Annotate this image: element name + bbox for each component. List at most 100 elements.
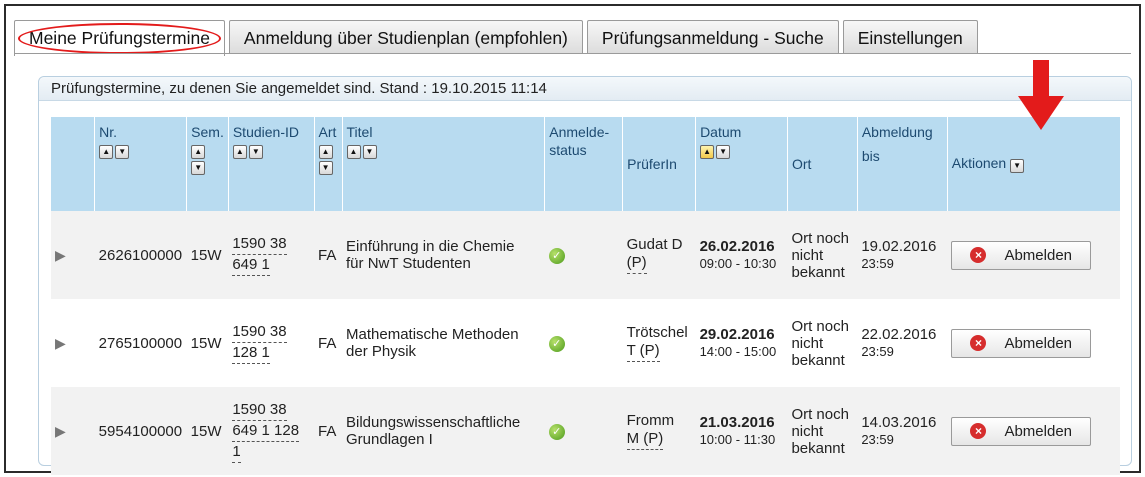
col-sem: Sem. ▲ ▼ <box>186 117 229 211</box>
studien-id-link[interactable]: 1590 38 <box>232 234 287 255</box>
ort-line: Ort noch <box>791 405 849 423</box>
datum-value: 21.03.2016 <box>699 414 775 431</box>
studien-id-link[interactable]: 1590 38 <box>232 322 287 343</box>
datum-value: 26.02.2016 <box>699 238 775 255</box>
tab-meine-pruefungstermine[interactable]: Meine Prüfungstermine <box>14 20 225 56</box>
triangle-right-icon[interactable]: ▶ <box>55 335 66 351</box>
cell-pruefer: Gudat D (P) <box>622 211 696 299</box>
cell-titel: Bildungswissenschaftliche Grundlagen I <box>342 387 545 475</box>
col-titel: Titel ▲ ▼ <box>342 117 546 211</box>
checkmark-icon: ✓ <box>548 424 565 440</box>
triangle-right-icon[interactable]: ▶ <box>55 423 66 439</box>
filter-icon[interactable]: ▼ <box>1010 159 1025 173</box>
x-circle-icon: × <box>970 335 987 351</box>
titel-line: für NwT Studenten <box>346 255 471 272</box>
filter-icon[interactable]: ▼ <box>191 161 206 175</box>
ort-line: bekannt <box>791 263 845 281</box>
col-label: Aktionen <box>951 155 1007 171</box>
cell-datum: 21.03.2016 10:00 - 11:30 <box>695 387 788 475</box>
cell-datum: 29.02.2016 14:00 - 15:00 <box>695 299 788 387</box>
sort-ascending-icon[interactable]: ▲ <box>700 145 715 159</box>
col-anmeldestatus: Anmelde- status <box>544 117 624 211</box>
studien-id-link[interactable]: 649 1 128 <box>232 421 300 442</box>
cell-studien-id: 1590 38 649 1 128 1 <box>228 387 315 475</box>
cell-sem: 15W <box>186 387 229 475</box>
table-row: ▶ 2765100000 15W 1590 38 128 1 FA Mathem… <box>51 299 1120 387</box>
button-label: Abmelden <box>1004 246 1072 264</box>
cell-titel: Einführung in die Chemie für NwT Student… <box>342 211 545 299</box>
sort-ascending-icon[interactable]: ▲ <box>318 145 333 159</box>
cell-nr: 2765100000 <box>94 299 187 387</box>
titel-line: der Physik <box>346 343 417 360</box>
filter-icon[interactable]: ▼ <box>362 145 377 159</box>
abmeldung-zeit: 23:59 <box>861 344 894 359</box>
panel-title: Prüfungstermine, zu denen Sie angemeldet… <box>39 77 1131 101</box>
table-header-row: Nr. ▲ ▼ Sem. ▲ ▼ Studien-ID ▲ ▼ Art ▲ ▼ … <box>51 117 1120 211</box>
filter-icon[interactable]: ▼ <box>115 145 130 159</box>
col-label: Anmelde- <box>549 124 610 140</box>
cell-art: FA <box>314 299 343 387</box>
abmelden-button[interactable]: × Abmelden <box>951 240 1092 270</box>
triangle-right-icon[interactable]: ▶ <box>55 247 66 263</box>
cell-ort: Ort noch nicht bekannt <box>787 211 858 299</box>
ort-line: Ort noch <box>791 229 849 247</box>
abmeldung-datum: 14.03.2016 <box>861 414 937 431</box>
sort-ascending-icon[interactable]: ▲ <box>346 145 361 159</box>
cell-abmeldung: 19.02.2016 23:59 <box>857 211 948 299</box>
filter-icon[interactable]: ▼ <box>248 145 263 159</box>
col-label: Abmeldung <box>861 124 933 140</box>
abmeldung-zeit: 23:59 <box>861 256 894 271</box>
studien-id-link[interactable]: 1 <box>232 442 241 463</box>
pruefer-name: Gudat D <box>626 236 683 253</box>
tab-bar: Meine Prüfungstermine Anmeldung über Stu… <box>14 20 982 56</box>
sort-ascending-icon[interactable]: ▲ <box>99 145 114 159</box>
cell-nr: 5954100000 <box>94 387 187 475</box>
titel-line: Einführung in die Chemie <box>346 238 515 255</box>
window-frame: Meine Prüfungstermine Anmeldung über Stu… <box>4 4 1141 475</box>
table-row: ▶ 2626100000 15W 1590 38 649 1 FA Einfüh… <box>51 211 1120 299</box>
checkmark-icon: ✓ <box>548 336 565 352</box>
pruefer-link[interactable]: T (P) <box>626 341 660 362</box>
sort-ascending-icon[interactable]: ▲ <box>191 145 206 159</box>
titel-line: Bildungswissenschaftliche <box>346 414 521 431</box>
pruefer-link[interactable]: M (P) <box>626 429 664 450</box>
abmelden-button[interactable]: × Abmelden <box>951 328 1092 358</box>
button-label: Abmelden <box>1004 334 1072 352</box>
tab-label: Prüfungsanmeldung - Suche <box>601 28 824 48</box>
zeit-value: 14:00 - 15:00 <box>699 344 777 359</box>
cell-art: FA <box>314 387 343 475</box>
pruefer-link[interactable]: (P) <box>626 253 647 274</box>
pruefer-name: Trötschel <box>626 324 688 341</box>
tab-einstellungen[interactable]: Einstellungen <box>842 20 978 54</box>
studien-id-link[interactable]: 649 1 <box>232 255 270 276</box>
x-circle-icon: × <box>970 423 987 439</box>
col-label: Nr. <box>99 124 118 140</box>
cell-abmeldung: 22.02.2016 23:59 <box>857 299 948 387</box>
cell-nr: 2626100000 <box>94 211 187 299</box>
filter-icon[interactable]: ▼ <box>318 161 333 175</box>
tab-label: Anmeldung über Studienplan (empfohlen) <box>243 28 568 48</box>
exam-table: Nr. ▲ ▼ Sem. ▲ ▼ Studien-ID ▲ ▼ Art ▲ ▼ … <box>51 117 1120 475</box>
zeit-value: 09:00 - 10:30 <box>699 256 777 271</box>
col-label: bis <box>861 148 880 164</box>
studien-id-link[interactable]: 128 1 <box>232 343 270 364</box>
cell-ort: Ort noch nicht bekannt <box>787 299 858 387</box>
col-aktionen: Aktionen ▼ <box>947 117 1120 211</box>
sort-ascending-icon[interactable]: ▲ <box>232 145 247 159</box>
studien-id-link[interactable]: 1590 38 <box>232 400 287 421</box>
tab-anmeldung-studienplan[interactable]: Anmeldung über Studienplan (empfohlen) <box>228 20 583 54</box>
col-abmeldung-bis: Abmeldung bis <box>857 117 948 211</box>
col-studien-id: Studien-ID ▲ ▼ <box>228 117 315 211</box>
col-label: Ort <box>791 156 812 172</box>
x-circle-icon: × <box>970 247 987 263</box>
zeit-value: 10:00 - 11:30 <box>699 432 776 447</box>
cell-titel: Mathematische Methoden der Physik <box>342 299 545 387</box>
ort-line: bekannt <box>791 351 845 369</box>
col-pruefer: PrüferIn <box>622 117 697 211</box>
col-label: Art <box>318 124 337 140</box>
exam-dates-panel: Prüfungstermine, zu denen Sie angemeldet… <box>38 76 1132 475</box>
filter-icon[interactable]: ▼ <box>716 145 731 159</box>
tab-pruefungsanmeldung-suche[interactable]: Prüfungsanmeldung - Suche <box>586 20 839 54</box>
abmelden-button[interactable]: × Abmelden <box>951 416 1092 446</box>
cell-sem: 15W <box>186 211 229 299</box>
